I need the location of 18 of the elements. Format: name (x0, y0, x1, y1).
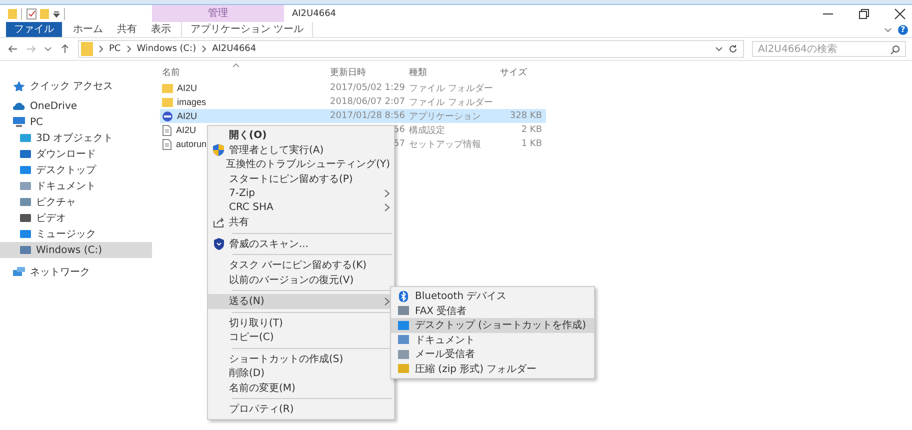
table-cell-text: 1 KB (520, 139, 543, 149)
table-cell-text: アプリケーション (408, 110, 482, 122)
ribbon-context-header: 管理 (152, 5, 284, 22)
file-name: AI2U (177, 111, 198, 121)
table-cell-text: 328 KB (508, 111, 543, 121)
table-cell-text: 2018/06/07 2:07 (329, 97, 406, 107)
table-cell-text: 2 KB (520, 125, 543, 135)
window-title: AI2U4664 (292, 8, 336, 18)
file-name: images (177, 97, 206, 107)
file-name: AI2U (177, 83, 198, 93)
table-cell-text: 2017/05/02 1:29 (329, 83, 406, 93)
file-name: AI2U (176, 125, 196, 135)
table-cell-text: セットアップ情報 (408, 138, 482, 150)
table-cell-text: ファイル フォルダー (408, 96, 494, 108)
table-cell-text: 2017/01/28 8:56 (329, 111, 406, 121)
table-cell-text: ファイル フォルダー (408, 82, 494, 94)
file-name: autorun (176, 139, 207, 149)
table-cell-text: 構成設定 (408, 124, 446, 136)
